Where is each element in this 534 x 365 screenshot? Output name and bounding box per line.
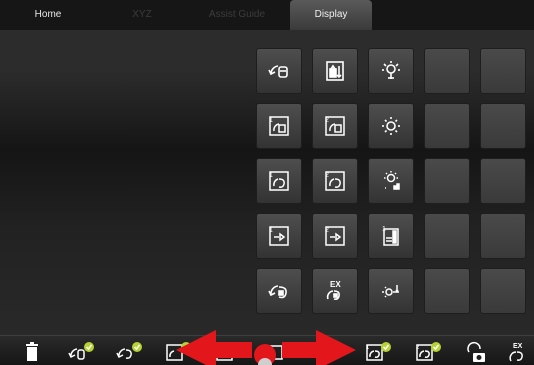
hook-2-icon-button[interactable]: 2: [312, 158, 358, 204]
tab-bar: Home XYZ Assist Guide Display: [0, 0, 534, 30]
rotate-check-button[interactable]: [260, 339, 294, 365]
hook-1-check-button[interactable]: 1: [360, 339, 394, 365]
svg-text:2: 2: [325, 172, 329, 179]
light-bright-icon: [382, 117, 400, 135]
lift-1-check-icon: [166, 342, 191, 361]
stack-icon-button[interactable]: 1: [368, 213, 414, 259]
camera-icon: [467, 341, 485, 362]
trash-button[interactable]: [15, 339, 49, 365]
display-panel: 1 2 1 2 1 2 1 EX: [0, 30, 534, 335]
ex-hook-tool-button[interactable]: EX: [502, 339, 534, 365]
hook-1-icon-button[interactable]: 1: [256, 158, 302, 204]
empty-slot[interactable]: [424, 158, 470, 204]
svg-text:1: 1: [366, 345, 370, 351]
box-temp-icon-button[interactable]: [312, 48, 358, 94]
bottom-toolbar: 1 2 EX: [0, 335, 534, 365]
stack-icon: 1: [382, 226, 399, 246]
lift-2-icon-button[interactable]: 2: [312, 103, 358, 149]
light-dim-icon: [384, 171, 400, 190]
empty-slot[interactable]: [480, 213, 526, 259]
empty-slot[interactable]: [424, 103, 470, 149]
rotate-1-icon-button[interactable]: 1: [256, 213, 302, 259]
alert-light-icon-button[interactable]: [368, 268, 414, 314]
rotate-check-icon: [268, 345, 283, 360]
svg-text:2: 2: [325, 117, 329, 124]
svg-text:2: 2: [416, 345, 420, 351]
empty-slot[interactable]: [480, 103, 526, 149]
svg-text:1: 1: [269, 172, 273, 179]
hook-check-button[interactable]: [112, 339, 146, 365]
ex-hook-icon: EX: [326, 280, 341, 300]
light-bright-icon-button[interactable]: [368, 103, 414, 149]
tab-xyz[interactable]: XYZ: [100, 0, 184, 30]
camera-button[interactable]: [458, 339, 492, 365]
lift-2-check-button[interactable]: [210, 339, 244, 365]
empty-slot[interactable]: [480, 268, 526, 314]
lift-check-icon: [68, 342, 94, 360]
lift-check-button[interactable]: [64, 339, 98, 365]
svg-text:2: 2: [325, 227, 329, 234]
lift-icon-button[interactable]: [256, 48, 302, 94]
box-temp-icon: [326, 61, 344, 81]
svg-text:1: 1: [382, 226, 386, 233]
empty-slot[interactable]: [480, 48, 526, 94]
tab-assist-guide[interactable]: Assist Guide: [188, 0, 286, 30]
hook-check-icon: [116, 342, 142, 359]
empty-slot[interactable]: [424, 48, 470, 94]
hook-1-check-icon: 1: [366, 342, 391, 361]
hook-check-button-2[interactable]: [310, 339, 344, 365]
hook-2-icon: 2: [325, 171, 345, 191]
hook-2-check-button[interactable]: 2: [410, 339, 444, 365]
svg-text:EX: EX: [513, 343, 523, 350]
empty-slot[interactable]: [480, 158, 526, 204]
hook-1-icon: 1: [269, 171, 289, 191]
ex-hook-tool-icon: EX: [509, 343, 523, 362]
lift-2-icon: 2: [325, 116, 345, 136]
alert-light-icon: [382, 285, 399, 298]
tab-display[interactable]: Display: [290, 0, 372, 30]
lift-1-icon: 1: [269, 116, 289, 136]
lift-1-check-button[interactable]: [160, 339, 194, 365]
ex-hook-icon-button[interactable]: EX: [312, 268, 358, 314]
lift-2-check-icon: [216, 342, 241, 361]
svg-text:EX: EX: [330, 280, 341, 289]
hook-2-check-icon: 2: [416, 342, 441, 361]
hook-lock-icon: [268, 285, 287, 299]
rotate-2-icon-button[interactable]: 2: [312, 213, 358, 259]
hook-lock-icon-button[interactable]: [256, 268, 302, 314]
tab-home[interactable]: Home: [6, 0, 90, 30]
empty-slot[interactable]: [424, 213, 470, 259]
light-icon: [382, 61, 400, 79]
rotate-1-icon: 1: [269, 226, 289, 246]
svg-text:1: 1: [269, 227, 273, 234]
lift-icon: [268, 65, 288, 78]
lift-1-icon-button[interactable]: 1: [256, 103, 302, 149]
svg-text:1: 1: [269, 117, 273, 124]
trash-icon: [26, 342, 38, 361]
light-icon-button[interactable]: [368, 48, 414, 94]
light-dim-icon-button[interactable]: [368, 158, 414, 204]
empty-slot[interactable]: [424, 268, 470, 314]
rotate-2-icon: 2: [325, 226, 345, 246]
hook-check-icon-2: [316, 342, 341, 361]
